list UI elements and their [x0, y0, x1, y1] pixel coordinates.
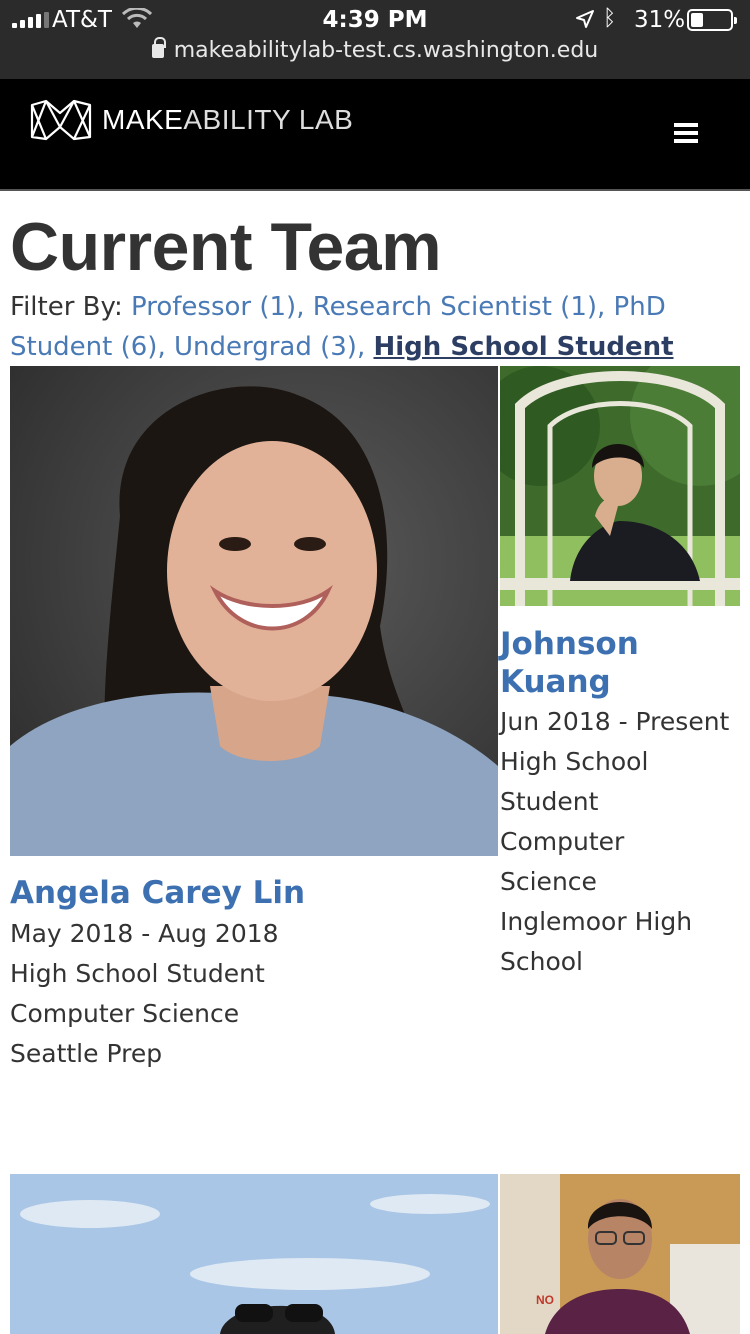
filter-professor[interactable]: Professor (1),	[131, 292, 304, 322]
site-logo[interactable]: MAKEABILITY LAB	[30, 99, 353, 141]
address-bar[interactable]: makeabilitylab-test.cs.washington.edu	[0, 37, 750, 70]
filter-label: Filter By:	[10, 292, 123, 322]
member-details-johnson: Jun 2018 - Present High School Student C…	[500, 702, 745, 982]
makeability-logo-icon	[30, 99, 92, 141]
lock-icon	[151, 37, 166, 58]
member-name-johnson[interactable]: Johnson Kuang	[500, 625, 680, 701]
member-dates: Jun 2018 - Present	[500, 707, 730, 736]
member-photo-johnson[interactable]	[500, 366, 740, 606]
svg-text:NO: NO	[536, 1293, 554, 1307]
member-position: High School Student	[10, 959, 265, 988]
member-school: Seattle Prep	[10, 1039, 163, 1068]
member-department: Computer Science	[500, 827, 625, 896]
member-school: Inglemoor High School	[500, 907, 693, 976]
logo-text: MAKEABILITY LAB	[102, 104, 354, 135]
filter-undergrad[interactable]: Undergrad (3),	[174, 332, 365, 362]
battery-icon	[687, 9, 737, 31]
status-bar: AT&T 4:39 PM ᛒ 31%	[0, 0, 750, 40]
browser-chrome: AT&T 4:39 PM ᛒ 31% makeabilitylab-test.c…	[0, 0, 750, 79]
url-text: makeabilitylab-test.cs.washington.edu	[173, 38, 599, 63]
battery-percent: 31%	[634, 7, 686, 33]
member-photo-angela[interactable]	[10, 366, 498, 856]
member-photo-next-1[interactable]	[10, 1174, 498, 1334]
member-name-angela[interactable]: Angela Carey Lin	[10, 874, 490, 912]
bluetooth-icon: ᛒ	[603, 6, 617, 31]
filter-research-scientist[interactable]: Research Scientist (1),	[313, 292, 606, 322]
menu-icon[interactable]	[674, 123, 698, 143]
site-header: MAKEABILITY LAB	[0, 79, 750, 191]
member-photo-next-2[interactable]: NO	[500, 1174, 740, 1334]
page-title: Current Team	[10, 209, 442, 285]
member-details-angela: May 2018 - Aug 2018 High School Student …	[10, 914, 490, 1074]
member-position: High School Student	[500, 747, 649, 816]
battery-fill	[691, 13, 703, 27]
member-department: Computer Science	[10, 999, 240, 1028]
member-dates: May 2018 - Aug 2018	[10, 919, 279, 948]
location-arrow-icon	[576, 10, 594, 28]
